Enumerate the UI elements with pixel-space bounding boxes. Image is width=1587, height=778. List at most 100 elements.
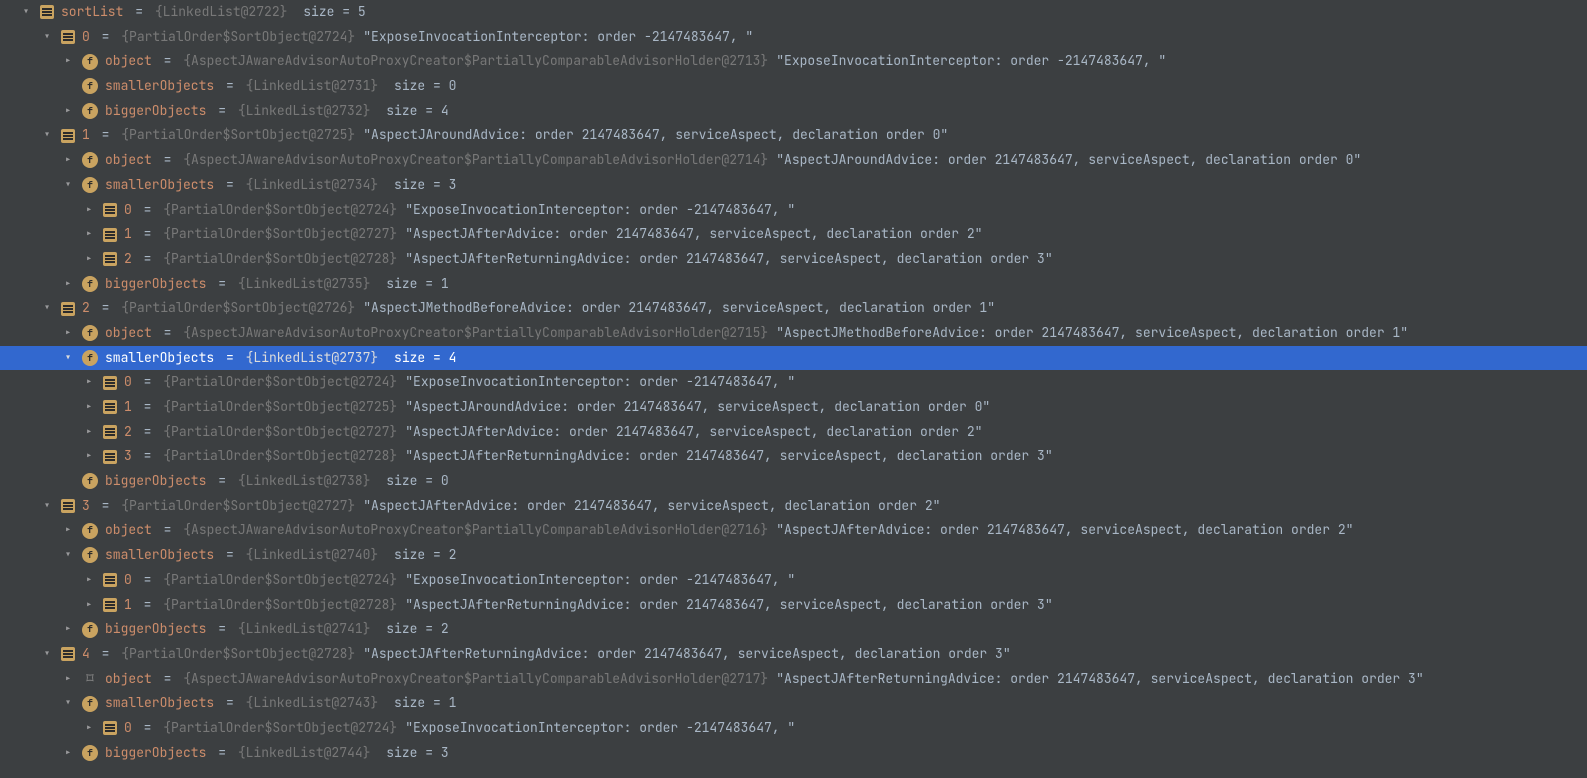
expand-arrow[interactable] [60,346,76,371]
expand-arrow[interactable] [60,518,76,543]
expand-arrow[interactable] [81,198,97,223]
var-type: {AspectJAwareAdvisorAutoProxyCreator$Par… [183,324,768,341]
field-icon: f [82,473,98,489]
expand-arrow[interactable] [60,543,76,568]
equals: = [94,299,117,316]
expand-arrow[interactable] [81,568,97,593]
expand-arrow[interactable] [81,370,97,395]
tree-row[interactable]: fbiggerObjects = {LinkedList@2738} size … [0,469,1587,494]
expand-arrow[interactable] [60,99,76,124]
var-value: size = 1 [386,694,456,711]
tree-row[interactable]: fbiggerObjects = {LinkedList@2741} size … [0,617,1587,642]
tree-row[interactable]: 0 = {PartialOrder$SortObject@2724}"Expos… [0,716,1587,741]
tree-row[interactable]: 1 = {PartialOrder$SortObject@2725}"Aspec… [0,123,1587,148]
expand-arrow[interactable] [81,716,97,741]
expand-arrow[interactable] [60,617,76,642]
expand-arrow[interactable] [60,173,76,198]
tree-row[interactable]: ⌑object = {AspectJAwareAdvisorAutoProxyC… [0,667,1587,692]
var-name: smallerObjects [105,176,214,193]
expand-arrow[interactable] [81,444,97,469]
var-type: {AspectJAwareAdvisorAutoProxyCreator$Par… [183,151,768,168]
var-type: {PartialOrder$SortObject@2727} [163,423,397,440]
expand-arrow[interactable] [39,296,55,321]
var-name: smallerObjects [105,77,214,94]
debugger-variables-tree[interactable]: sortList = {LinkedList@2722} size = 50 =… [0,0,1587,765]
tree-row[interactable]: 3 = {PartialOrder$SortObject@2727}"Aspec… [0,494,1587,519]
tree-row[interactable]: 3 = {PartialOrder$SortObject@2728}"Aspec… [0,444,1587,469]
var-name: 1 [124,398,132,415]
tree-row[interactable]: fbiggerObjects = {LinkedList@2732} size … [0,99,1587,124]
expand-arrow[interactable] [39,494,55,519]
expand-arrow[interactable] [60,148,76,173]
var-type: {LinkedList@2731} [246,77,379,94]
expand-arrow[interactable] [60,272,76,297]
var-value: "AspectJAroundAdvice: order 2147483647, … [776,151,1361,168]
tree-row[interactable]: 1 = {PartialOrder$SortObject@2728}"Aspec… [0,593,1587,618]
tree-row[interactable]: 0 = {PartialOrder$SortObject@2724}"Expos… [0,25,1587,50]
tree-row[interactable]: fbiggerObjects = {LinkedList@2744} size … [0,741,1587,766]
var-type: {LinkedList@2735} [238,275,371,292]
var-value: "AspectJAfterReturningAdvice: order 2147… [405,447,1052,464]
list-element-icon [40,5,54,19]
var-value: "ExposeInvocationInterceptor: order -214… [363,28,753,45]
expand-arrow[interactable] [60,667,76,692]
tree-row[interactable]: 0 = {PartialOrder$SortObject@2724}"Expos… [0,198,1587,223]
var-name: 3 [82,497,90,514]
equals: = [218,349,241,366]
field-icon: f [82,78,98,94]
tree-row[interactable]: sortList = {LinkedList@2722} size = 5 [0,0,1587,25]
tree-row[interactable]: 4 = {PartialOrder$SortObject@2728}"Aspec… [0,642,1587,667]
var-name: object [105,521,152,538]
expand-arrow[interactable] [39,25,55,50]
tree-row[interactable]: fobject = {AspectJAwareAdvisorAutoProxyC… [0,518,1587,543]
var-value: "AspectJMethodBeforeAdvice: order 214748… [776,324,1408,341]
var-name: smallerObjects [105,694,214,711]
field-icon: f [82,54,98,70]
tree-row[interactable]: 2 = {PartialOrder$SortObject@2728}"Aspec… [0,247,1587,272]
expand-arrow[interactable] [39,642,55,667]
expand-arrow[interactable] [18,0,34,25]
var-name: 1 [124,225,132,242]
expand-arrow[interactable] [60,321,76,346]
tree-row[interactable]: fobject = {AspectJAwareAdvisorAutoProxyC… [0,148,1587,173]
var-value: "AspectJAfterAdvice: order 2147483647, s… [405,225,982,242]
list-element-icon [103,203,117,217]
var-name: 0 [82,28,90,45]
tree-row[interactable]: 1 = {PartialOrder$SortObject@2725}"Aspec… [0,395,1587,420]
var-type: {LinkedList@2734} [246,176,379,193]
expand-arrow[interactable] [81,395,97,420]
list-element-icon [103,721,117,735]
tree-row[interactable]: 0 = {PartialOrder$SortObject@2724}"Expos… [0,370,1587,395]
equals: = [156,324,179,341]
tree-row[interactable]: 1 = {PartialOrder$SortObject@2727}"Aspec… [0,222,1587,247]
tree-row[interactable]: 0 = {PartialOrder$SortObject@2724}"Expos… [0,568,1587,593]
tree-row[interactable]: fbiggerObjects = {LinkedList@2735} size … [0,272,1587,297]
tree-row[interactable]: fsmallerObjects = {LinkedList@2743} size… [0,691,1587,716]
field-icon: f [82,622,98,638]
expand-arrow[interactable] [81,593,97,618]
var-name: biggerObjects [105,275,206,292]
expand-arrow[interactable] [81,222,97,247]
tree-row[interactable]: fsmallerObjects = {LinkedList@2734} size… [0,173,1587,198]
var-name: 0 [124,201,132,218]
expand-arrow[interactable] [39,123,55,148]
tree-row[interactable]: 2 = {PartialOrder$SortObject@2726}"Aspec… [0,296,1587,321]
var-value: "ExposeInvocationInterceptor: order -214… [405,719,795,736]
var-type: {LinkedList@2732} [238,102,371,119]
expand-arrow[interactable] [60,49,76,74]
tree-row[interactable]: fsmallerObjects = {LinkedList@2731} size… [0,74,1587,99]
tree-row[interactable]: fobject = {AspectJAwareAdvisorAutoProxyC… [0,49,1587,74]
tree-row[interactable]: 2 = {PartialOrder$SortObject@2727}"Aspec… [0,420,1587,445]
var-name: 2 [82,299,90,316]
equals: = [136,596,159,613]
tree-row[interactable]: fsmallerObjects = {LinkedList@2737} size… [0,346,1587,371]
var-value: size = 1 [378,275,448,292]
expand-arrow[interactable] [60,691,76,716]
equals: = [156,521,179,538]
expand-arrow[interactable] [81,247,97,272]
var-value: "AspectJAroundAdvice: order 2147483647, … [363,126,948,143]
expand-arrow[interactable] [81,420,97,445]
expand-arrow[interactable] [60,741,76,766]
tree-row[interactable]: fsmallerObjects = {LinkedList@2740} size… [0,543,1587,568]
tree-row[interactable]: fobject = {AspectJAwareAdvisorAutoProxyC… [0,321,1587,346]
